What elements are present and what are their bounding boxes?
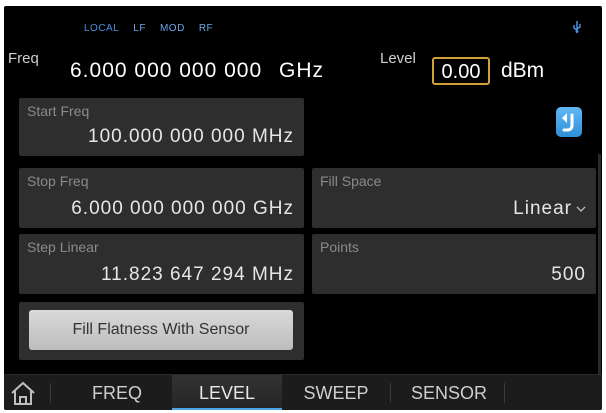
step-linear-field[interactable]: Step Linear 11.823 647 294 MHz: [19, 234, 304, 294]
points-field[interactable]: Points 500: [312, 234, 596, 294]
points-label: Points: [320, 239, 359, 255]
tab-bar: FREQ LEVEL SWEEP SENSOR: [4, 374, 602, 410]
status-indicators: LOCAL LF MOD RF: [84, 23, 213, 34]
points-value: 500: [551, 264, 586, 285]
fill-space-value: Linear: [513, 198, 572, 219]
level-unit: dBm: [501, 59, 545, 82]
back-arrow-icon: [562, 113, 574, 132]
tab-freq[interactable]: FREQ: [62, 375, 172, 410]
step-linear-label: Step Linear: [27, 239, 99, 255]
fill-space-label: Fill Space: [320, 173, 382, 189]
sensor-button-panel: Fill Flatness With Sensor: [19, 302, 304, 360]
tab-separator: [50, 383, 51, 403]
home-icon[interactable]: [8, 379, 38, 407]
freq-number: 6.000 000 000 000: [70, 59, 263, 82]
fill-flatness-button[interactable]: Fill Flatness With Sensor: [29, 310, 293, 350]
usb-icon: [573, 21, 581, 33]
fill-space-field[interactable]: Fill Space Linear: [312, 168, 596, 228]
level-label: Level: [380, 50, 416, 67]
status-rf: RF: [198, 23, 214, 34]
tab-separator: [504, 383, 505, 403]
freq-value[interactable]: 6.000 000 000 000 GHz: [70, 59, 324, 83]
start-freq-field[interactable]: Start Freq 100.000 000 000 MHz: [19, 98, 304, 156]
tab-sensor[interactable]: SENSOR: [394, 375, 504, 410]
tab-sweep[interactable]: SWEEP: [282, 375, 390, 410]
start-freq-value: 100.000 000 000 MHz: [88, 126, 294, 147]
scrollbar[interactable]: [598, 154, 601, 374]
status-local: LOCAL: [84, 23, 120, 34]
stop-freq-value: 6.000 000 000 000 GHz: [71, 198, 294, 219]
stop-freq-field[interactable]: Stop Freq 6.000 000 000 000 GHz: [19, 168, 304, 228]
start-freq-label: Start Freq: [27, 103, 90, 119]
freq-unit: GHz: [279, 59, 325, 82]
chevron-down-icon: [576, 206, 586, 212]
step-linear-value: 11.823 647 294 MHz: [101, 264, 294, 285]
stop-freq-label: Stop Freq: [27, 173, 89, 189]
level-input[interactable]: 0.00: [432, 57, 490, 85]
tab-level[interactable]: LEVEL: [172, 375, 282, 410]
fill-space-select[interactable]: Linear: [513, 198, 586, 220]
status-lf: LF: [133, 23, 146, 34]
tab-separator: [390, 383, 391, 403]
back-button[interactable]: [556, 107, 582, 137]
status-mod: MOD: [159, 23, 185, 34]
freq-label: Freq: [8, 50, 39, 67]
instrument-screen: LOCAL LF MOD RF Freq 6.000 000 000 000 G…: [4, 6, 602, 410]
